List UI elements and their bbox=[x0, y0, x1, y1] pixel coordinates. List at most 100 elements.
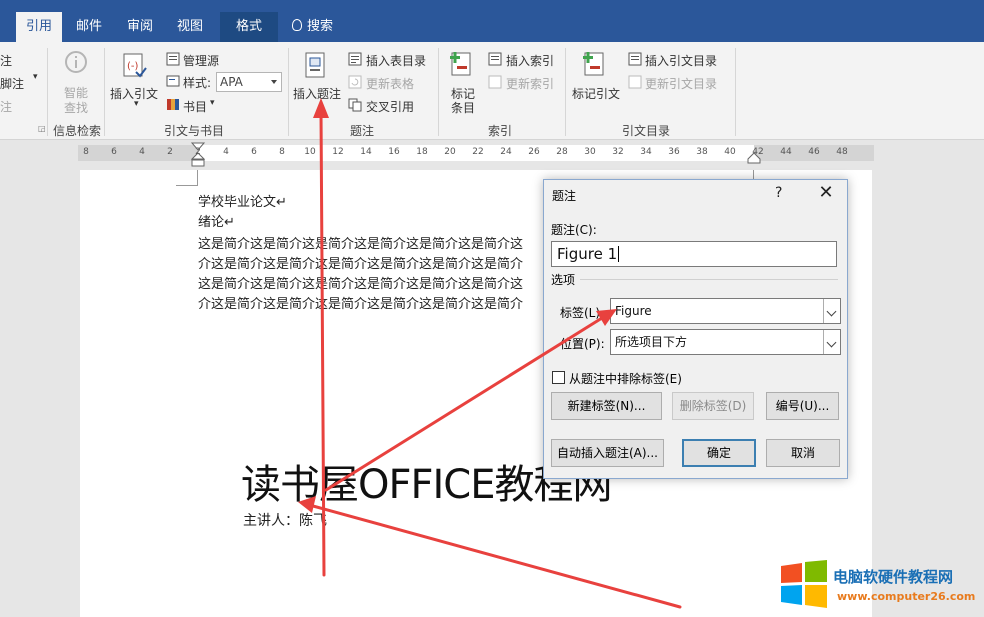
update-table-of-authorities-button[interactable]: 更新引文目录 bbox=[645, 75, 717, 92]
mark-citation-button[interactable]: 标记引文 bbox=[572, 85, 620, 102]
group-separator bbox=[565, 48, 566, 136]
ruler-number: 42 bbox=[752, 147, 764, 157]
watermark-url: www.computer26.com bbox=[837, 590, 976, 603]
position-select-value: 所选项目下方 bbox=[615, 335, 688, 349]
update-table-button[interactable]: 更新表格 bbox=[366, 75, 414, 92]
label-select[interactable]: Figure bbox=[610, 298, 841, 324]
bibliography-icon bbox=[167, 99, 179, 110]
exclude-label-text[interactable]: 从题注中排除标签(E) bbox=[569, 370, 682, 387]
doc-body-line[interactable]: 这是简介这是简介这是简介这是简介这是简介这是简介这 bbox=[198, 273, 523, 292]
position-select[interactable]: 所选项目下方 bbox=[610, 329, 841, 355]
tell-me-search[interactable]: 搜索 bbox=[292, 12, 333, 42]
ruler-number: 6 bbox=[111, 147, 117, 157]
caption-input[interactable]: Figure 1 bbox=[551, 241, 837, 267]
ruler-number: 8 bbox=[83, 147, 89, 157]
ruler-number: 34 bbox=[640, 147, 652, 157]
style-icon bbox=[166, 75, 180, 87]
group-label-captions: 题注 bbox=[350, 124, 375, 138]
cancel-button[interactable]: 取消 bbox=[766, 439, 840, 467]
ruler-number: 44 bbox=[780, 147, 792, 157]
ruler-number: 40 bbox=[724, 147, 736, 157]
new-label-button[interactable]: 新建标签(N)... bbox=[551, 392, 662, 420]
endnote-item-partial[interactable]: 脚注 bbox=[0, 75, 24, 92]
insert-table-of-figures-button[interactable]: 插入表目录 bbox=[366, 52, 426, 69]
dropdown-arrow-icon: ▾ bbox=[33, 72, 38, 82]
insert-caption-button[interactable]: 插入题注 bbox=[293, 85, 341, 102]
ruler-number: 18 bbox=[416, 147, 428, 157]
ruler-number: 30 bbox=[584, 147, 596, 157]
group-separator bbox=[104, 48, 105, 136]
options-group-label: 选项 bbox=[551, 273, 576, 287]
insert-index-button[interactable]: 插入索引 bbox=[506, 52, 554, 69]
manage-sources-button[interactable]: 管理源 bbox=[183, 52, 219, 69]
group-label-table-of-authorities: 引文目录 bbox=[622, 124, 671, 138]
search-label: 搜索 bbox=[307, 19, 334, 34]
doc-body-line[interactable]: 这是简介这是简介这是简介这是简介这是简介这是简介这 bbox=[198, 233, 523, 252]
ruler-number: 38 bbox=[696, 147, 708, 157]
manage-sources-icon bbox=[166, 52, 180, 66]
mark-entry-label-2[interactable]: 条目 bbox=[451, 99, 475, 116]
chevron-down-icon[interactable] bbox=[823, 330, 840, 354]
tab-references[interactable]: 引用 bbox=[16, 12, 62, 42]
mark-citation-icon bbox=[583, 52, 604, 76]
footnote-item-partial[interactable]: 注 bbox=[0, 52, 12, 69]
ruler-number: 2 bbox=[167, 147, 173, 157]
group-separator bbox=[438, 48, 439, 136]
caption-input-value: Figure 1 bbox=[557, 245, 618, 263]
insert-table-of-authorities-button[interactable]: 插入引文目录 bbox=[645, 52, 717, 69]
ruler-number: 28 bbox=[556, 147, 568, 157]
autocaption-button[interactable]: 自动插入题注(A)... bbox=[551, 439, 664, 467]
numbering-button[interactable]: 编号(U)... bbox=[766, 392, 839, 420]
dialog-launcher-icon[interactable]: ◲ bbox=[38, 124, 46, 133]
tab-mailings[interactable]: 邮件 bbox=[68, 12, 110, 42]
ruler-number: 46 bbox=[808, 147, 820, 157]
ruler-number: 26 bbox=[528, 147, 540, 157]
chevron-down-icon[interactable] bbox=[823, 299, 840, 323]
ruler-number: 4 bbox=[139, 147, 145, 157]
update-index-button[interactable]: 更新索引 bbox=[506, 75, 554, 92]
watermark-logo: 电脑软硬件教程网 www.computer26.com bbox=[779, 560, 979, 612]
ruler-number: 6 bbox=[251, 147, 257, 157]
chevron-down-icon: ▾ bbox=[134, 99, 139, 109]
doc-body-line[interactable]: 介这是简介这是简介这是简介这是简介这是简介这是简介 bbox=[198, 293, 523, 312]
caption-dialog: 题注 ? ✕ 题注(C): Figure 1 选项 标签(L): Figure … bbox=[543, 179, 848, 479]
group-separator bbox=[47, 48, 48, 136]
ribbon-references: 注 脚注 注 ▾ ◲ 智能 查找 信息检索 (-) 插入引文 ▾ 管理源 样式:… bbox=[0, 42, 984, 140]
caption-label: 题注(C): bbox=[551, 223, 597, 237]
label-select-value: Figure bbox=[615, 304, 652, 318]
dialog-title: 题注 bbox=[552, 189, 577, 203]
doc-speaker[interactable]: 主讲人：陈飞 bbox=[243, 510, 327, 530]
style-label: 样式: bbox=[183, 76, 212, 90]
insert-table-of-figures-icon bbox=[348, 52, 362, 66]
svg-text:(-): (-) bbox=[127, 61, 139, 72]
cross-reference-button[interactable]: 交叉引用 bbox=[366, 98, 414, 115]
tab-format[interactable]: 格式 bbox=[220, 12, 278, 42]
doc-heading-school[interactable]: 学校毕业论文↵ bbox=[198, 191, 287, 210]
smart-lookup-icon bbox=[65, 51, 87, 73]
doc-heading-intro[interactable]: 绪论↵ bbox=[198, 211, 235, 230]
bibliography-button[interactable]: 书目 bbox=[183, 98, 207, 115]
position-field-label: 位置(P): bbox=[560, 337, 605, 351]
ruler-number: 20 bbox=[444, 147, 456, 157]
help-button[interactable]: ? bbox=[775, 185, 782, 201]
ok-button[interactable]: 确定 bbox=[682, 439, 756, 467]
chevron-down-icon: ▾ bbox=[210, 98, 215, 108]
text-caret bbox=[618, 246, 620, 262]
exclude-label-checkbox[interactable] bbox=[552, 371, 565, 384]
insert-index-icon bbox=[488, 52, 502, 66]
crop-mark bbox=[176, 170, 198, 186]
delete-label-button[interactable]: 删除标签(D) bbox=[672, 392, 754, 420]
ruler-number: 14 bbox=[360, 147, 372, 157]
group-label-citations: 引文与书目 bbox=[164, 124, 225, 138]
ruler-number: 10 bbox=[304, 147, 316, 157]
ruler-number: 48 bbox=[836, 147, 848, 157]
windows-logo-icon bbox=[781, 560, 827, 608]
smart-lookup-label-2[interactable]: 查找 bbox=[64, 99, 88, 116]
ruler-number: 36 bbox=[668, 147, 680, 157]
tab-review[interactable]: 审阅 bbox=[118, 12, 162, 42]
close-button[interactable]: ✕ bbox=[814, 181, 838, 205]
citation-style-select[interactable]: APA bbox=[216, 72, 282, 92]
show-notes-partial[interactable]: 注 bbox=[0, 98, 12, 115]
doc-body-line[interactable]: 介这是简介这是简介这是简介这是简介这是简介这是简介 bbox=[198, 253, 523, 272]
tab-view[interactable]: 视图 bbox=[168, 12, 212, 42]
